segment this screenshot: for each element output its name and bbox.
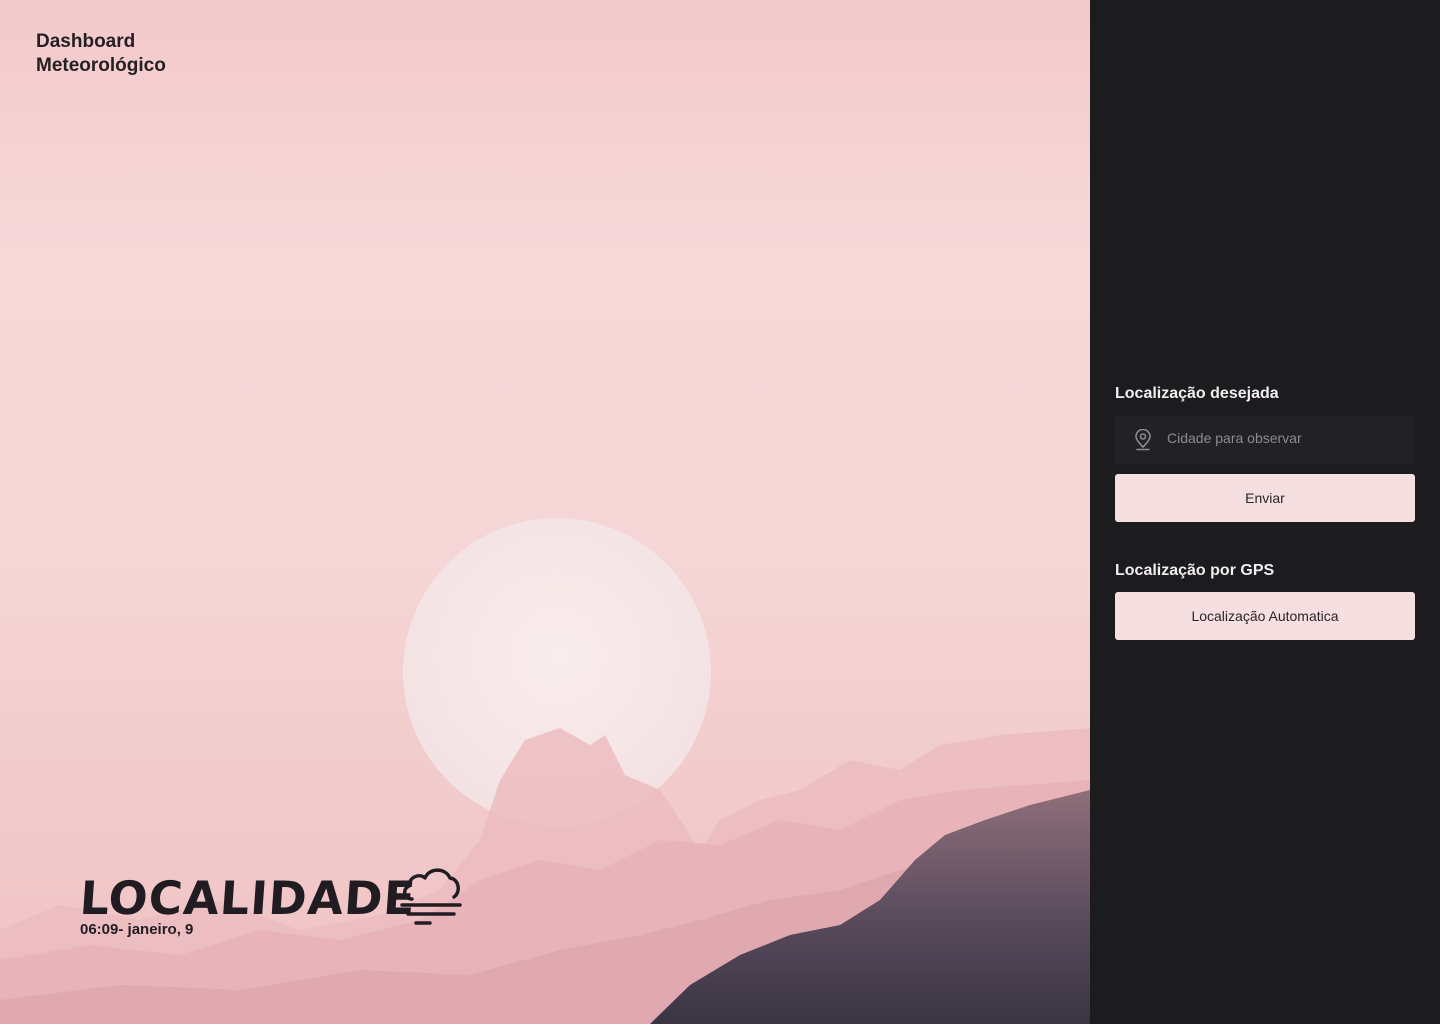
map-pin-icon xyxy=(1135,429,1151,451)
search-sidebar: Localização desejada Enviar Localização … xyxy=(1090,0,1440,1024)
submit-button[interactable]: Enviar xyxy=(1115,474,1415,522)
app-title: Dashboard Meteorológico xyxy=(36,31,166,76)
current-location-block: LOCALIDADE 06:09- janeiro, 9 xyxy=(78,860,462,938)
city-search-field[interactable] xyxy=(1115,416,1415,464)
hero-section: Dashboard Meteorológico LOCALIDADE 06:09… xyxy=(0,0,1090,1024)
city-search-input[interactable] xyxy=(1167,416,1407,460)
date-time-label: 06:09- janeiro, 9 xyxy=(80,921,194,938)
cloud-fog-icon xyxy=(400,868,462,925)
gps-location-label: Localização por GPS xyxy=(1115,562,1275,579)
auto-location-button[interactable]: Localização Automatica xyxy=(1115,592,1415,640)
desired-location-label: Localização desejada xyxy=(1115,385,1279,402)
